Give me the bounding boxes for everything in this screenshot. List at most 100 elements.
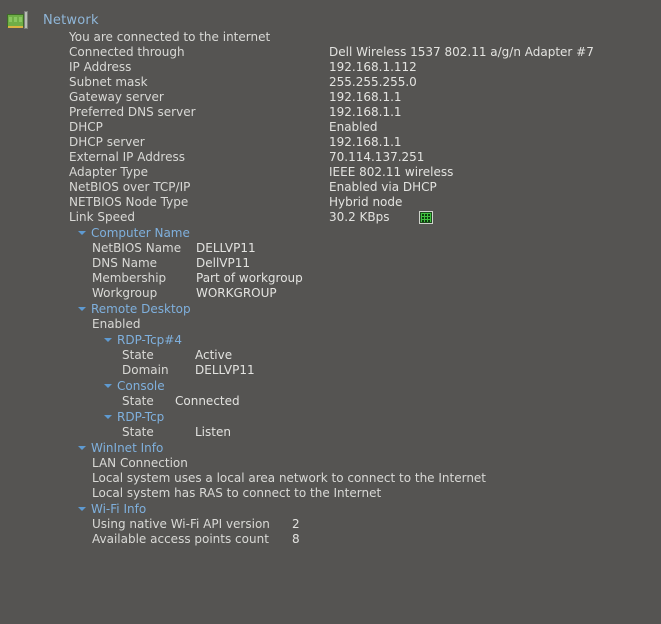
row-preferred-dns-server: Preferred DNS server 192.168.1.1 [0, 105, 661, 120]
chevron-down-icon[interactable] [78, 231, 86, 235]
row-netbios-over-tcpip: NetBIOS over TCP/IP Enabled via DHCP [0, 180, 661, 195]
row-workgroup: Workgroup WORKGROUP [0, 286, 661, 301]
row-adapter-type: Adapter Type IEEE 802.11 wireless [0, 165, 661, 180]
row-label: DNS Name [92, 256, 158, 270]
section-wifi-info[interactable]: Wi-Fi Info [0, 501, 661, 517]
section-label: Remote Desktop [91, 302, 191, 316]
section-label: WinInet Info [91, 441, 164, 455]
row-value: DELLVP11 [195, 363, 255, 377]
row-dhcp: DHCP Enabled [0, 120, 661, 135]
section-label: RDP-Tcp#4 [117, 333, 182, 347]
row-label: State [122, 348, 154, 362]
row-rdp-tcp-4-domain: Domain DELLVP11 [0, 363, 661, 378]
row-wininet-ras-statement: Local system has RAS to connect to the I… [0, 486, 661, 501]
row-label: Connected through [69, 45, 185, 59]
page-title: Network [43, 12, 99, 28]
row-value: 192.168.1.1 [329, 90, 402, 104]
row-label: Using native Wi-Fi API version [92, 517, 270, 531]
row-rdp-tcp-state: State Listen [0, 425, 661, 440]
row-connected-through: Connected through Dell Wireless 1537 802… [0, 45, 661, 60]
row-netbios-name: NetBIOS Name DELLVP11 [0, 241, 661, 256]
section-label: Computer Name [91, 226, 190, 240]
row-value: IEEE 802.11 wireless [329, 165, 454, 179]
row-value: Enabled via DHCP [329, 180, 437, 194]
row-label: Enabled [92, 317, 141, 331]
row-value: 255.255.255.0 [329, 75, 417, 89]
row-value: Part of workgroup [196, 271, 303, 285]
row-value: 30.2 KBps [329, 210, 390, 224]
link-speed-graph-icon[interactable] [419, 211, 433, 224]
row-value: WORKGROUP [196, 286, 277, 300]
chevron-down-icon[interactable] [78, 307, 86, 311]
connection-status-row: You are connected to the internet [0, 30, 661, 45]
row-rdp-tcp-4-state: State Active [0, 348, 661, 363]
row-gateway-server: Gateway server 192.168.1.1 [0, 90, 661, 105]
row-value: 192.168.1.1 [329, 135, 402, 149]
row-lan-connection: LAN Connection [0, 456, 661, 471]
row-label: State [122, 425, 154, 439]
row-label: NetBIOS Name [92, 241, 182, 255]
row-remote-desktop-enabled: Enabled [0, 317, 661, 332]
section-remote-desktop[interactable]: Remote Desktop [0, 301, 661, 317]
row-value: 70.114.137.251 [329, 150, 425, 164]
row-value: DellVP11 [196, 256, 251, 270]
section-rdp-tcp[interactable]: RDP-Tcp [0, 409, 661, 425]
row-link-speed: Link Speed 30.2 KBps [0, 210, 661, 225]
row-dns-name: DNS Name DellVP11 [0, 256, 661, 271]
section-label: RDP-Tcp [117, 410, 165, 424]
row-wifi-access-points-count: Available access points count 8 [0, 532, 661, 547]
row-value: Active [195, 348, 233, 362]
row-value: 2 [292, 517, 300, 531]
row-value: 192.168.1.1 [329, 105, 402, 119]
row-label: Domain [122, 363, 169, 377]
section-console[interactable]: Console [0, 378, 661, 394]
row-membership: Membership Part of workgroup [0, 271, 661, 286]
row-label: NetBIOS over TCP/IP [69, 180, 191, 194]
row-label: State [122, 394, 154, 408]
row-value: 192.168.1.112 [329, 60, 417, 74]
row-wifi-api-version: Using native Wi-Fi API version 2 [0, 517, 661, 532]
row-wininet-lan-statement: Local system uses a local area network t… [0, 471, 661, 486]
panel-header: Network [0, 10, 99, 30]
row-netbios-node-type: NETBIOS Node Type Hybrid node [0, 195, 661, 210]
row-label: Local system uses a local area network t… [92, 471, 487, 485]
row-external-ip-address: External IP Address 70.114.137.251 [0, 150, 661, 165]
row-label: Local system has RAS to connect to the I… [92, 486, 382, 500]
row-label: Subnet mask [69, 75, 148, 89]
row-ip-address: IP Address 192.168.1.112 [0, 60, 661, 75]
row-label: Membership [92, 271, 167, 285]
row-label: Adapter Type [69, 165, 148, 179]
section-rdp-tcp-4[interactable]: RDP-Tcp#4 [0, 332, 661, 348]
row-subnet-mask: Subnet mask 255.255.255.0 [0, 75, 661, 90]
row-label: Available access points count [92, 532, 269, 546]
info-list: You are connected to the internet Connec… [0, 30, 661, 547]
chevron-down-icon[interactable] [78, 446, 86, 450]
row-label: IP Address [69, 60, 132, 74]
row-label: DHCP server [69, 135, 145, 149]
section-computer-name[interactable]: Computer Name [0, 225, 661, 241]
connection-status-text: You are connected to the internet [69, 30, 271, 44]
row-label: LAN Connection [92, 456, 188, 470]
row-label: Gateway server [69, 90, 164, 104]
chevron-down-icon[interactable] [78, 507, 86, 511]
row-console-state: State Connected [0, 394, 661, 409]
network-info-panel: Network You are connected to the interne… [0, 0, 661, 624]
section-wininet-info[interactable]: WinInet Info [0, 440, 661, 456]
row-value: Connected [175, 394, 240, 408]
network-adapter-icon [7, 11, 31, 29]
row-dhcp-server: DHCP server 192.168.1.1 [0, 135, 661, 150]
chevron-down-icon[interactable] [104, 338, 112, 342]
chevron-down-icon[interactable] [104, 384, 112, 388]
row-label: Link Speed [69, 210, 136, 224]
row-label: NETBIOS Node Type [69, 195, 189, 209]
row-value: Hybrid node [329, 195, 403, 209]
chevron-down-icon[interactable] [104, 415, 112, 419]
section-label: Wi-Fi Info [91, 502, 147, 516]
row-value: 8 [292, 532, 300, 546]
row-value: Listen [195, 425, 231, 439]
row-value: Dell Wireless 1537 802.11 a/g/n Adapter … [329, 45, 594, 59]
row-value: Enabled [329, 120, 378, 134]
row-label: External IP Address [69, 150, 185, 164]
row-label: Workgroup [92, 286, 158, 300]
row-label: Preferred DNS server [69, 105, 196, 119]
